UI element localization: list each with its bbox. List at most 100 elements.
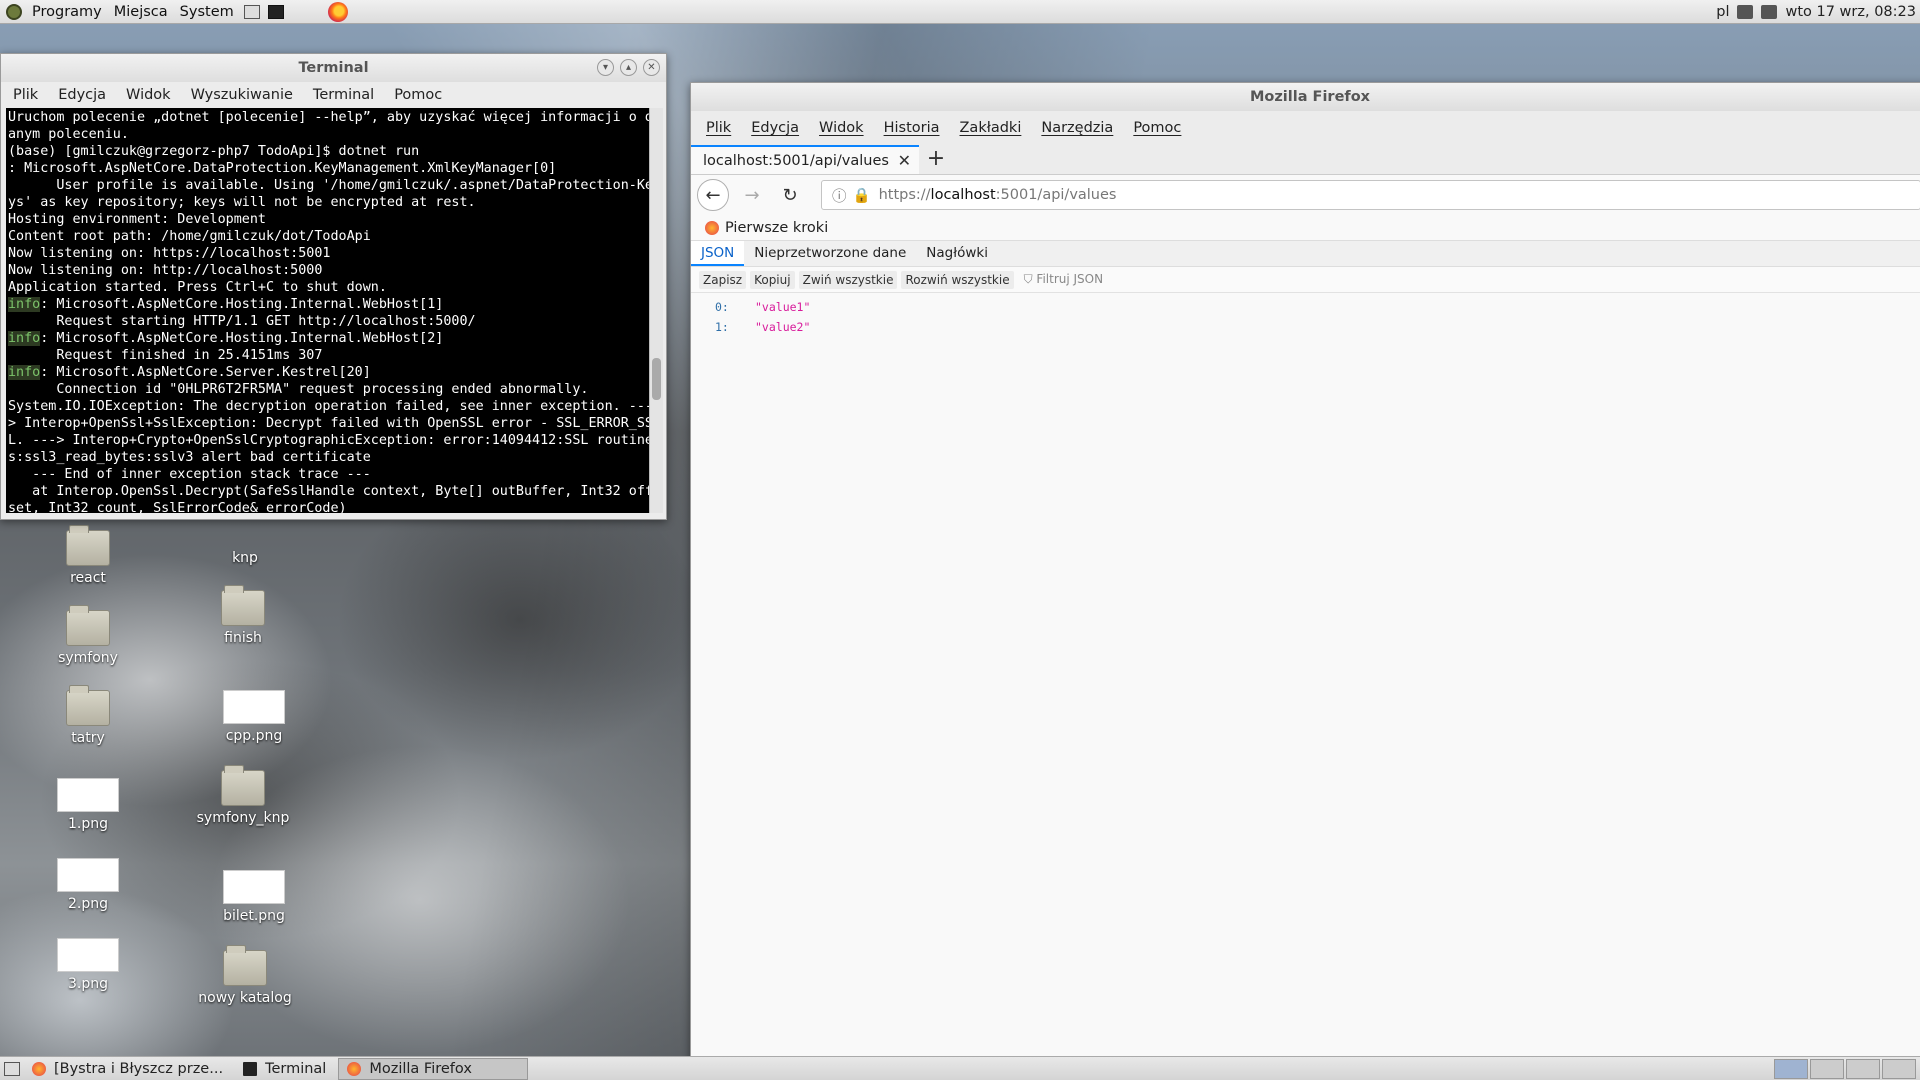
terminal-line: Connection id "0HLPR6T2FR5MA" request pr… [8, 382, 589, 397]
terminal-line: Hosting environment: Development [8, 212, 266, 227]
tab-api-values[interactable]: localhost:5001/api/values ✕ [691, 145, 919, 174]
menu-programy[interactable]: Programy [26, 4, 108, 20]
menu-plik[interactable]: Plik [696, 120, 741, 136]
terminal-line: Content root path: /home/gmilczuk/dot/To… [8, 229, 371, 244]
firefox-launcher-icon[interactable] [327, 1, 348, 22]
menu-widok[interactable]: Widok [116, 87, 181, 103]
filter-json-input[interactable]: ⛉ Filtruj JSON [1024, 272, 1104, 287]
text-editor-launcher-icon[interactable] [243, 4, 260, 19]
tab-headers[interactable]: Nagłówki [916, 241, 998, 266]
desktop-icon-nowy-katalog[interactable]: nowy katalog [190, 945, 300, 1006]
new-tab-icon[interactable]: + [919, 145, 953, 174]
terminal-scrollbar[interactable] [649, 108, 663, 513]
terminal-line: (base) [gmilczuk@grzegorz-php7 TodoApi]$… [8, 144, 420, 159]
close-tab-icon[interactable]: ✕ [898, 151, 911, 170]
url-bar[interactable]: ⓘ 🔒 https://localhost:5001/api/values [821, 180, 1920, 210]
expand-all-button[interactable]: Rozwiń wszystkie [901, 270, 1014, 289]
desktop-icon-react[interactable]: react [33, 525, 143, 586]
gnome-foot-icon[interactable] [6, 3, 22, 20]
terminal-line: Now listening on: https://localhost:5001 [8, 246, 331, 261]
folder-icon [66, 525, 110, 566]
tab-raw-data[interactable]: Nieprzetworzone dane [744, 241, 916, 266]
terminal-line: info: Microsoft.AspNetCore.Hosting.Inter… [8, 297, 444, 312]
firefox-titlebar[interactable]: Mozilla Firefox [691, 83, 1920, 111]
menu-miejsca[interactable]: Miejsca [108, 4, 174, 20]
task-bystra[interactable]: [Bystra i Błyszcz prze... [24, 1058, 231, 1080]
forward-icon[interactable]: → [737, 180, 767, 210]
menu-narzedzia[interactable]: Narzędzia [1031, 120, 1123, 136]
json-row[interactable]: 0: "value1" [691, 297, 1920, 317]
menu-pomoc[interactable]: Pomoc [384, 87, 452, 103]
desktop-icon-1-png[interactable]: 1.png [33, 778, 143, 832]
terminal-line: Now listening on: http://localhost:5000 [8, 263, 323, 278]
show-desktop-icon[interactable] [4, 1061, 20, 1076]
log-level-info: info [8, 331, 41, 346]
firefox-window: Mozilla Firefox Plik Edycja Widok Histor… [690, 82, 1920, 1062]
network-icon[interactable] [1761, 4, 1778, 19]
json-toolbar: Zapisz Kopiuj Zwiń wszystkie Rozwiń wszy… [691, 267, 1920, 293]
menu-plik[interactable]: Plik [3, 87, 48, 103]
menu-widok[interactable]: Widok [809, 120, 874, 136]
terminal-launcher-icon[interactable] [267, 4, 284, 19]
workspace-3[interactable] [1846, 1058, 1880, 1079]
collapse-all-button[interactable]: Zwiń wszystkie [798, 270, 898, 289]
json-value: "value2" [755, 320, 811, 334]
terminal-menubar: Plik Edycja Widok Wyszukiwanie Terminal … [1, 82, 666, 108]
folder-icon [223, 945, 267, 986]
desktop-icon-symfony-knp[interactable]: symfony_knp [188, 765, 298, 826]
json-row[interactable]: 1: "value2" [691, 317, 1920, 337]
terminal-line: > Interop+OpenSsl+SslException: Decrypt … [8, 416, 650, 431]
menu-edycja[interactable]: Edycja [48, 87, 116, 103]
terminal-output[interactable]: Uruchom polecenie „dotnet [polecenie] --… [6, 108, 650, 513]
volume-icon[interactable] [1737, 4, 1754, 19]
menu-zakladki[interactable]: Zakładki [950, 120, 1032, 136]
firefox-bookmark-icon [705, 220, 719, 235]
terminal-titlebar[interactable]: Terminal ▾ ▴ ✕ [1, 54, 666, 82]
workspace-1[interactable] [1774, 1058, 1808, 1079]
image-thumbnail-icon [57, 938, 119, 972]
terminal-line: User profile is available. Using '/home/… [8, 178, 650, 193]
back-icon[interactable]: ← [697, 179, 729, 211]
insecure-lock-icon[interactable]: 🔒 [853, 187, 871, 204]
desktop-icon-symfony[interactable]: symfony [33, 605, 143, 666]
maximize-icon[interactable]: ▴ [620, 59, 637, 76]
firefox-icon [32, 1061, 46, 1076]
desktop-icon-3-png[interactable]: 3.png [33, 938, 143, 992]
workspace-2[interactable] [1810, 1058, 1844, 1079]
terminal-line: L. ---> Interop+Crypto+OpenSslCryptograp… [8, 433, 650, 448]
url-path: :5001/api/values [995, 187, 1117, 203]
menu-terminal[interactable]: Terminal [303, 87, 384, 103]
folder-icon [66, 685, 110, 726]
desktop-icon-tatry[interactable]: tatry [33, 685, 143, 746]
task-terminal[interactable]: Terminal [235, 1058, 334, 1080]
desktop-icon-bilet-png[interactable]: bilet.png [199, 870, 309, 924]
save-button[interactable]: Zapisz [699, 270, 747, 289]
info-icon[interactable]: ⓘ [832, 185, 847, 206]
menu-edycja[interactable]: Edycja [741, 120, 809, 136]
workspace-switcher [1772, 1058, 1916, 1079]
minimize-icon[interactable]: ▾ [597, 59, 614, 76]
keyboard-layout[interactable]: pl [1716, 4, 1729, 20]
desktop-icon-finish[interactable]: finish [188, 585, 298, 646]
system-tray: pl wto 17 wrz, 08:23 [1716, 4, 1920, 20]
menu-system[interactable]: System [174, 4, 240, 20]
bookmark-pierwsze-kroki[interactable]: Pierwsze kroki [725, 220, 828, 236]
desktop-icon-2-png[interactable]: 2.png [33, 858, 143, 912]
desktop-icon-cpp-png[interactable]: cpp.png [199, 690, 309, 744]
menu-pomoc[interactable]: Pomoc [1123, 120, 1191, 136]
terminal-line: Request starting HTTP/1.1 GET http://loc… [8, 314, 476, 329]
json-viewer-tabs: JSON Nieprzetworzone dane Nagłówki [691, 241, 1920, 267]
scrollbar-thumb[interactable] [652, 358, 661, 400]
clock[interactable]: wto 17 wrz, 08:23 [1785, 4, 1916, 20]
close-icon[interactable]: ✕ [643, 59, 660, 76]
task-firefox[interactable]: Mozilla Firefox [338, 1057, 529, 1080]
image-thumbnail-icon [57, 778, 119, 812]
menu-wyszukiwanie[interactable]: Wyszukiwanie [181, 87, 303, 103]
terminal-line: Application started. Press Ctrl+C to shu… [8, 280, 387, 295]
workspace-4[interactable] [1882, 1058, 1916, 1079]
reload-icon[interactable]: ↻ [775, 180, 805, 210]
menu-historia[interactable]: Historia [874, 120, 950, 136]
tab-json[interactable]: JSON [691, 241, 745, 266]
tab-strip: localhost:5001/api/values ✕ + [691, 145, 1920, 175]
copy-button[interactable]: Kopiuj [750, 270, 795, 289]
